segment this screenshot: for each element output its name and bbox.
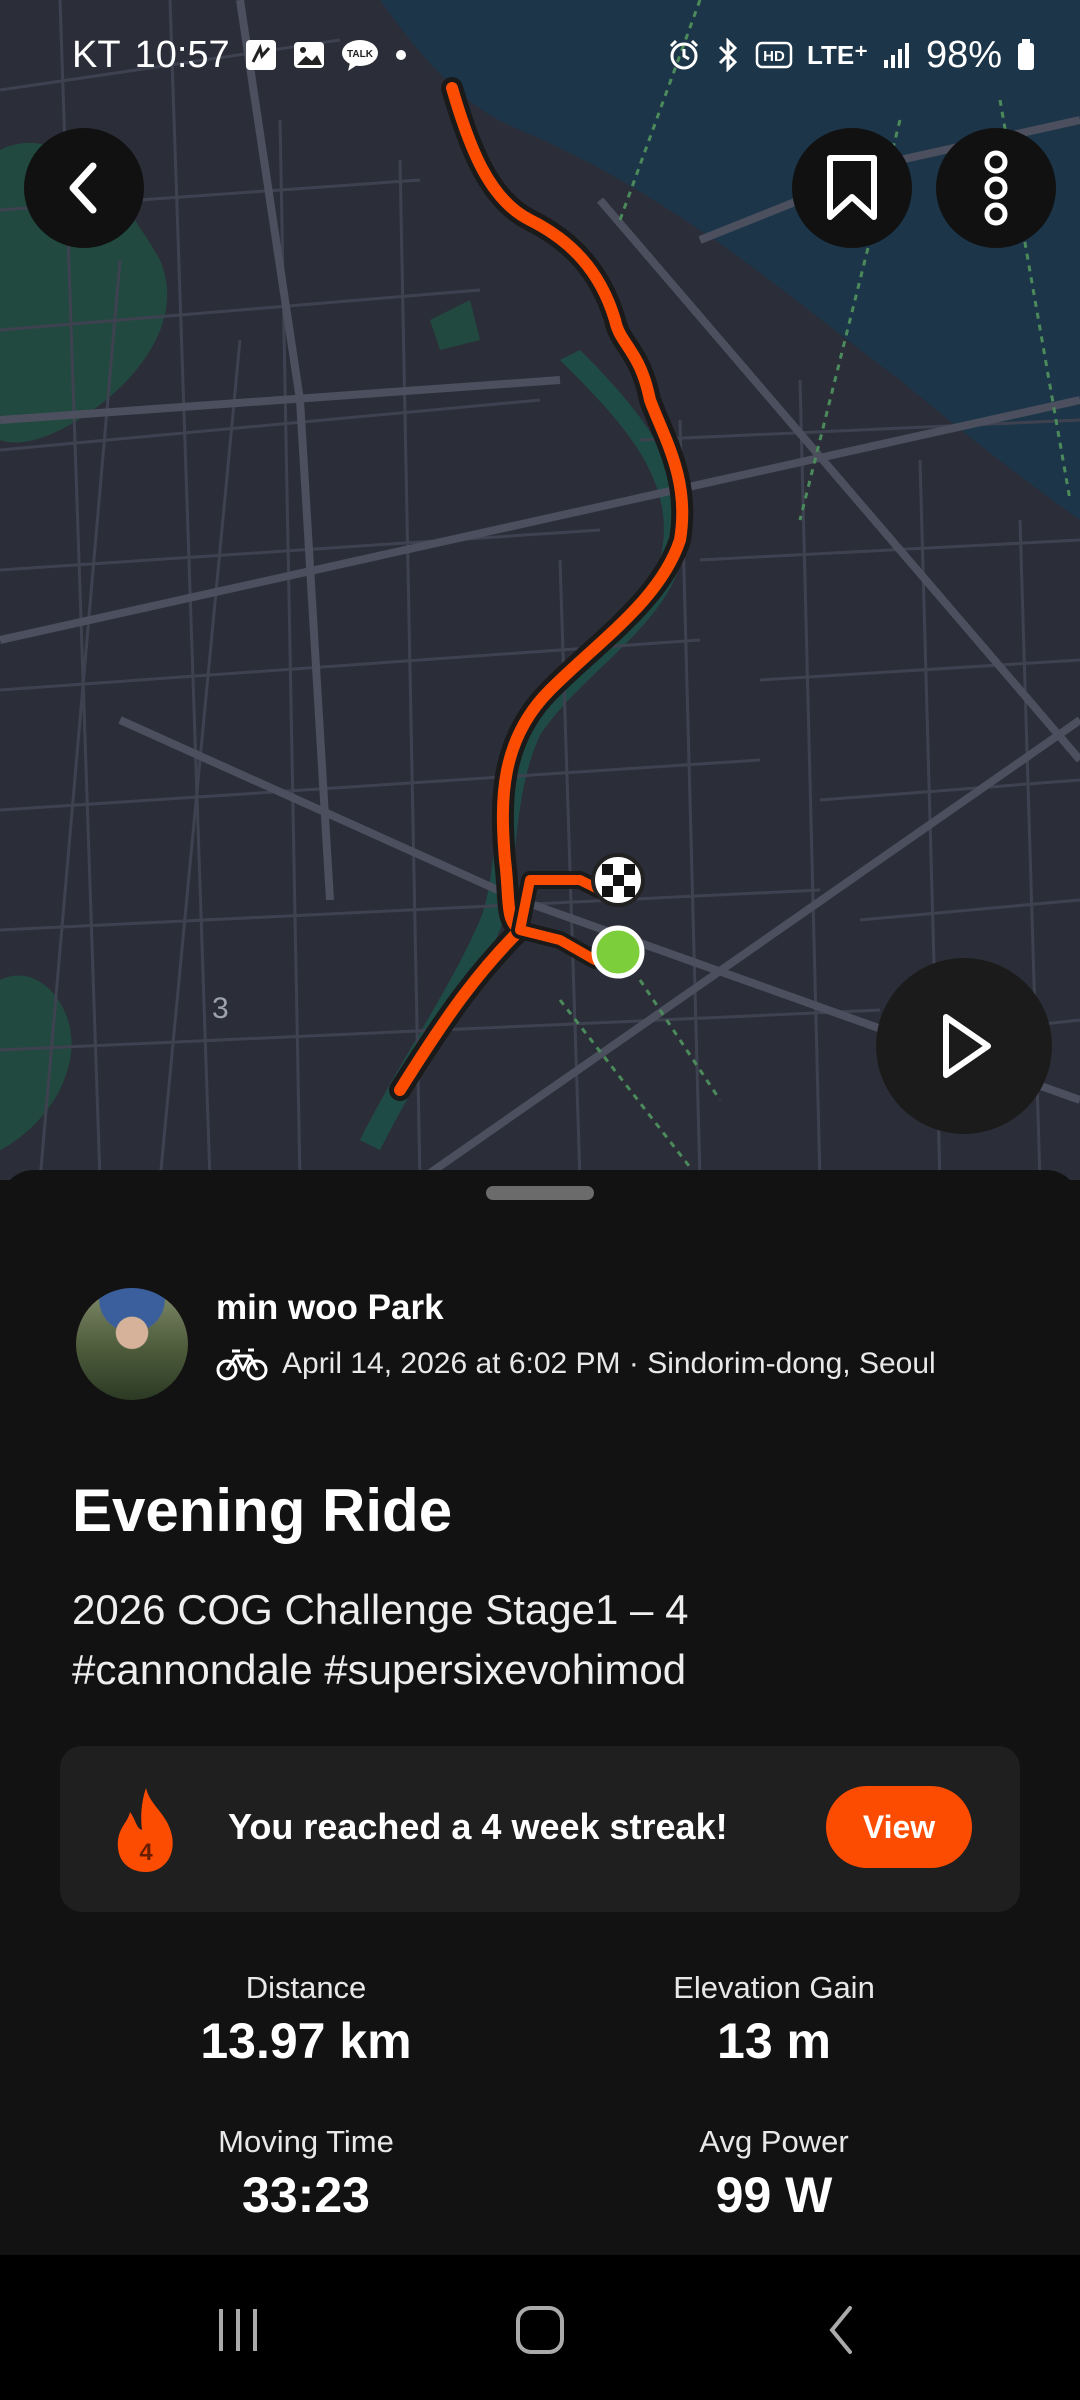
stat-label: Distance <box>245 1970 367 2005</box>
flyover-play-button[interactable] <box>876 958 1052 1134</box>
nfc-icon <box>244 38 278 72</box>
alarm-icon <box>667 38 701 72</box>
start-marker-icon <box>591 925 645 979</box>
athlete-name[interactable]: min woo Park <box>216 1288 444 1328</box>
signal-icon <box>882 40 912 70</box>
gallery-icon <box>292 38 326 72</box>
stat-label: Elevation Gain <box>673 1970 875 2005</box>
activity-date-location: April 14, 2026 at 6:02 PM · Sindorim-don… <box>282 1347 936 1380</box>
stat-elevation-gain: Elevation Gain 13 m <box>594 1970 954 2070</box>
streak-card: 4 You reached a 4 week streak! View <box>60 1746 1020 1912</box>
back-button[interactable] <box>24 128 144 248</box>
sheet-drag-handle[interactable] <box>486 1186 594 1200</box>
map-label: 3 <box>212 992 229 1025</box>
activity-sheet[interactable]: min woo Park April 14, 2026 at 6:02 PM ·… <box>0 1170 1080 2255</box>
chevron-left-icon <box>69 162 97 214</box>
carrier-label: KT <box>72 33 121 76</box>
bookmark-button[interactable] <box>792 128 912 248</box>
stat-label: Avg Power <box>699 2124 849 2159</box>
streak-message: You reached a 4 week streak! <box>228 1806 728 1847</box>
streak-weeks-count: 4 <box>139 1839 153 1866</box>
system-nav-bar <box>0 2255 1080 2400</box>
route-map[interactable]: 3 KT 10:57 TALK HD LTE⁺ 98% <box>0 0 1080 1180</box>
play-icon <box>943 1014 991 1078</box>
stat-value: 13.97 km <box>200 2013 412 2069</box>
more-options-button[interactable] <box>936 128 1056 248</box>
avatar[interactable] <box>76 1288 188 1400</box>
talk-icon: TALK <box>340 38 380 72</box>
recents-icon <box>219 2309 257 2351</box>
bluetooth-icon <box>715 38 741 72</box>
recents-button[interactable] <box>198 2295 278 2365</box>
home-button[interactable] <box>500 2295 580 2365</box>
stat-label: Moving Time <box>218 2124 394 2159</box>
svg-text:TALK: TALK <box>347 49 374 60</box>
view-streak-button[interactable]: View <box>826 1786 972 1868</box>
description-line: 2026 COG Challenge Stage1 – 4 <box>72 1586 689 1633</box>
streak-flame-icon: 4 <box>117 1788 173 1872</box>
hd-icon: HD <box>755 40 793 70</box>
back-icon <box>829 2306 852 2354</box>
finish-marker-icon <box>591 853 645 907</box>
more-vertical-icon <box>984 150 1008 226</box>
battery-icon <box>1016 38 1036 72</box>
svg-text:HD: HD <box>763 48 785 65</box>
activity-meta: April 14, 2026 at 6:02 PM · Sindorim-don… <box>216 1346 936 1382</box>
dot-icon <box>394 48 408 62</box>
bike-icon <box>216 1348 268 1381</box>
bookmark-icon <box>827 155 877 220</box>
stat-value: 99 W <box>715 2167 833 2223</box>
activity-title: Evening Ride <box>72 1477 453 1544</box>
clock: 10:57 <box>134 33 230 76</box>
stat-distance: Distance 13.97 km <box>126 1970 486 2070</box>
home-icon <box>516 2306 564 2354</box>
stat-moving-time: Moving Time 33:23 <box>126 2124 486 2224</box>
stat-avg-power: Avg Power 99 W <box>594 2124 954 2224</box>
stat-value: 33:23 <box>242 2167 370 2223</box>
activity-description: 2026 COG Challenge Stage1 – 4 #cannondal… <box>72 1580 1032 1700</box>
battery-percent: 98% <box>925 33 1002 76</box>
stat-value: 13 m <box>717 2013 831 2069</box>
description-hashtags: #cannondale #supersixevohimod <box>72 1646 687 1693</box>
lte-label: LTE⁺ <box>807 39 868 70</box>
status-bar: KT 10:57 TALK HD LTE⁺ 98% <box>0 0 1080 110</box>
system-back-button[interactable] <box>802 2295 882 2365</box>
